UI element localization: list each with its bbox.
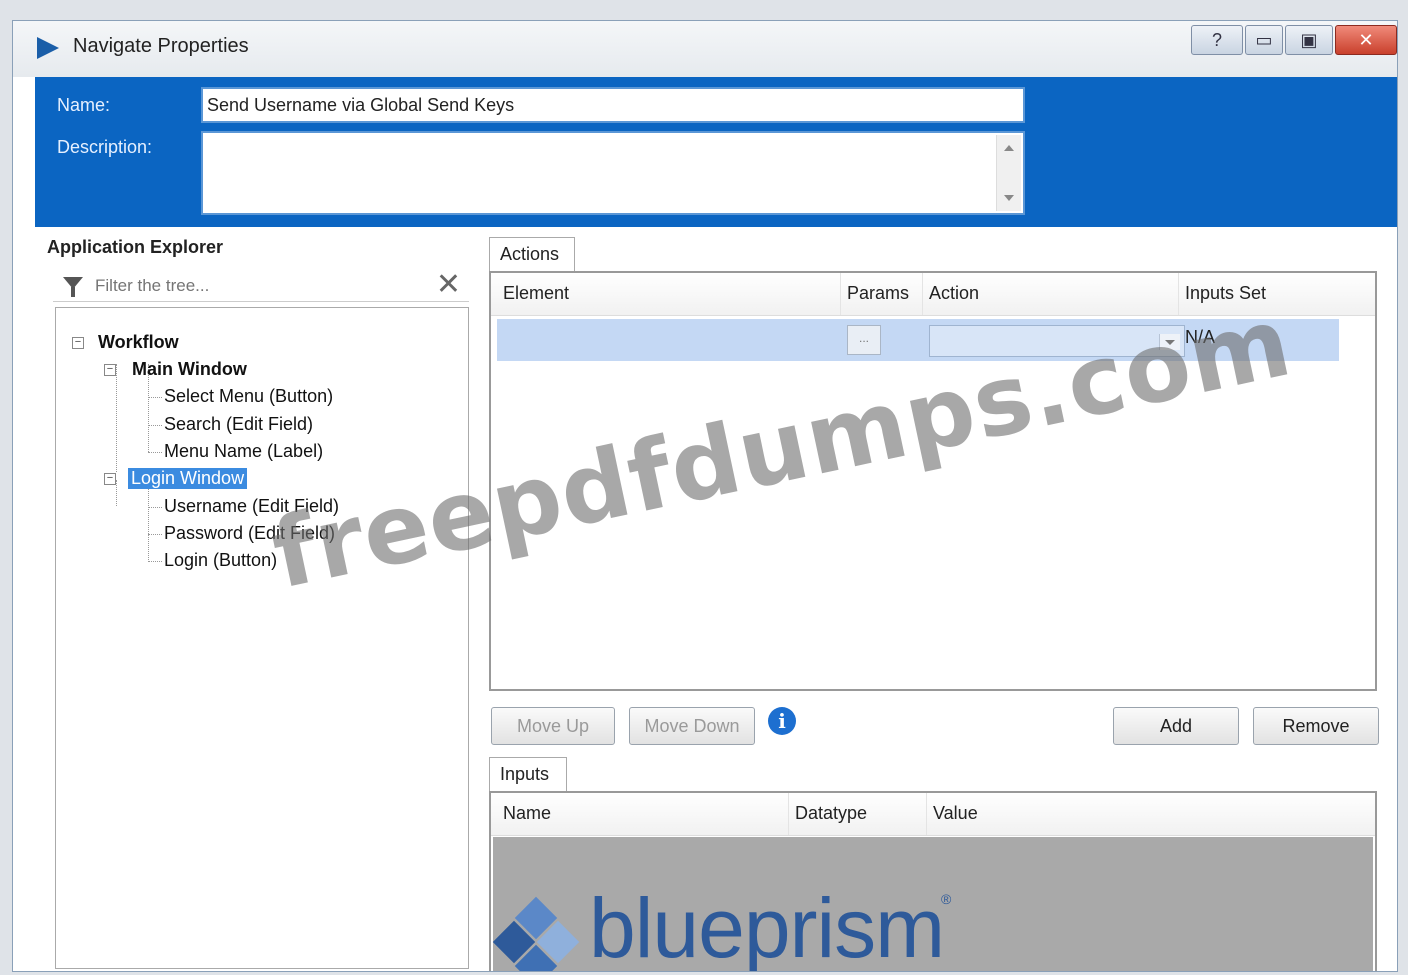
blueprism-app-icon [37, 37, 59, 59]
scroll-up-icon[interactable] [1004, 145, 1014, 151]
inputs-set-value: N/A [1185, 327, 1216, 347]
tree-line [148, 507, 162, 508]
close-button[interactable]: ✕ [1335, 25, 1397, 55]
actions-grid: Element Params Action Inputs Set ... N/A [489, 271, 1377, 691]
collapse-login-window-icon[interactable]: − [104, 473, 116, 485]
column-datatype[interactable]: Datatype [789, 793, 927, 835]
title-bar: Navigate Properties ? ▭ ▣ ✕ [13, 21, 1397, 77]
params-button[interactable]: ... [847, 325, 881, 355]
maximize-button[interactable]: ▣ [1285, 25, 1333, 55]
tree-line [148, 425, 162, 426]
application-tree[interactable]: − Workflow − Main Window Select Menu (Bu… [55, 307, 469, 969]
tree-node-select-menu[interactable]: Select Menu (Button) [164, 386, 333, 407]
tree-node-login-window[interactable]: Login Window [126, 467, 249, 490]
application-explorer-title: Application Explorer [47, 237, 224, 257]
tree-node-workflow[interactable]: Workflow [98, 332, 179, 353]
move-down-button[interactable]: Move Down [629, 707, 755, 745]
window-title: Navigate Properties [73, 35, 249, 57]
info-icon[interactable]: i [768, 707, 796, 735]
filter-input[interactable] [93, 273, 427, 299]
tree-node-main-window[interactable]: Main Window [132, 359, 247, 380]
tree-node-menu-name[interactable]: Menu Name (Label) [164, 441, 323, 462]
column-element[interactable]: Element [497, 273, 841, 315]
tree-line [116, 480, 117, 506]
logo-registered-mark: ® [941, 891, 952, 907]
description-label: Description: [57, 137, 153, 157]
collapse-main-window-icon[interactable]: − [104, 364, 116, 376]
tab-inputs[interactable]: Inputs [489, 757, 567, 791]
clear-filter-icon[interactable]: ✕ [436, 267, 461, 302]
name-label: Name: [57, 95, 111, 115]
column-params[interactable]: Params [841, 273, 923, 315]
column-action[interactable]: Action [923, 273, 1179, 315]
filter-icon-stem [71, 287, 75, 297]
tree-node-password[interactable]: Password (Edit Field) [164, 523, 335, 544]
add-button[interactable]: Add [1113, 707, 1239, 745]
help-button[interactable]: ? [1191, 25, 1243, 55]
tree-line [148, 480, 149, 560]
screenshot-frame: Navigate Properties ? ▭ ▣ ✕ Name: Descri… [0, 0, 1408, 975]
minimize-button[interactable]: ▭ [1245, 25, 1283, 55]
action-dropdown[interactable] [929, 325, 1185, 357]
navigate-properties-window: Navigate Properties ? ▭ ▣ ✕ Name: Descri… [12, 20, 1398, 972]
logo-text: blueprism [589, 881, 945, 972]
collapse-workflow-icon[interactable]: − [72, 337, 84, 349]
remove-button[interactable]: Remove [1253, 707, 1379, 745]
properties-header: Name: Description: [35, 77, 1397, 227]
tree-line [148, 534, 162, 535]
tree-filter: ✕ [53, 267, 469, 302]
description-scrollbar[interactable] [996, 135, 1021, 211]
tree-node-login[interactable]: Login (Button) [164, 550, 277, 571]
tree-line [148, 452, 162, 453]
tab-actions[interactable]: Actions [489, 237, 575, 271]
chevron-down-icon[interactable] [1159, 334, 1180, 350]
column-name[interactable]: Name [497, 793, 789, 835]
description-field[interactable] [201, 131, 1025, 215]
column-value[interactable]: Value [927, 793, 1367, 835]
tree-line [148, 397, 162, 398]
tree-node-username[interactable]: Username (Edit Field) [164, 496, 339, 517]
tree-node-search[interactable]: Search (Edit Field) [164, 414, 313, 435]
column-inputs-set[interactable]: Inputs Set [1179, 273, 1371, 315]
action-row[interactable]: ... N/A [497, 319, 1339, 361]
tree-line [148, 561, 162, 562]
name-field[interactable] [201, 87, 1025, 123]
move-up-button[interactable]: Move Up [491, 707, 615, 745]
scroll-down-icon[interactable] [1004, 195, 1014, 201]
blueprism-logo: blueprism ® [481, 881, 952, 972]
tree-line [116, 364, 117, 472]
